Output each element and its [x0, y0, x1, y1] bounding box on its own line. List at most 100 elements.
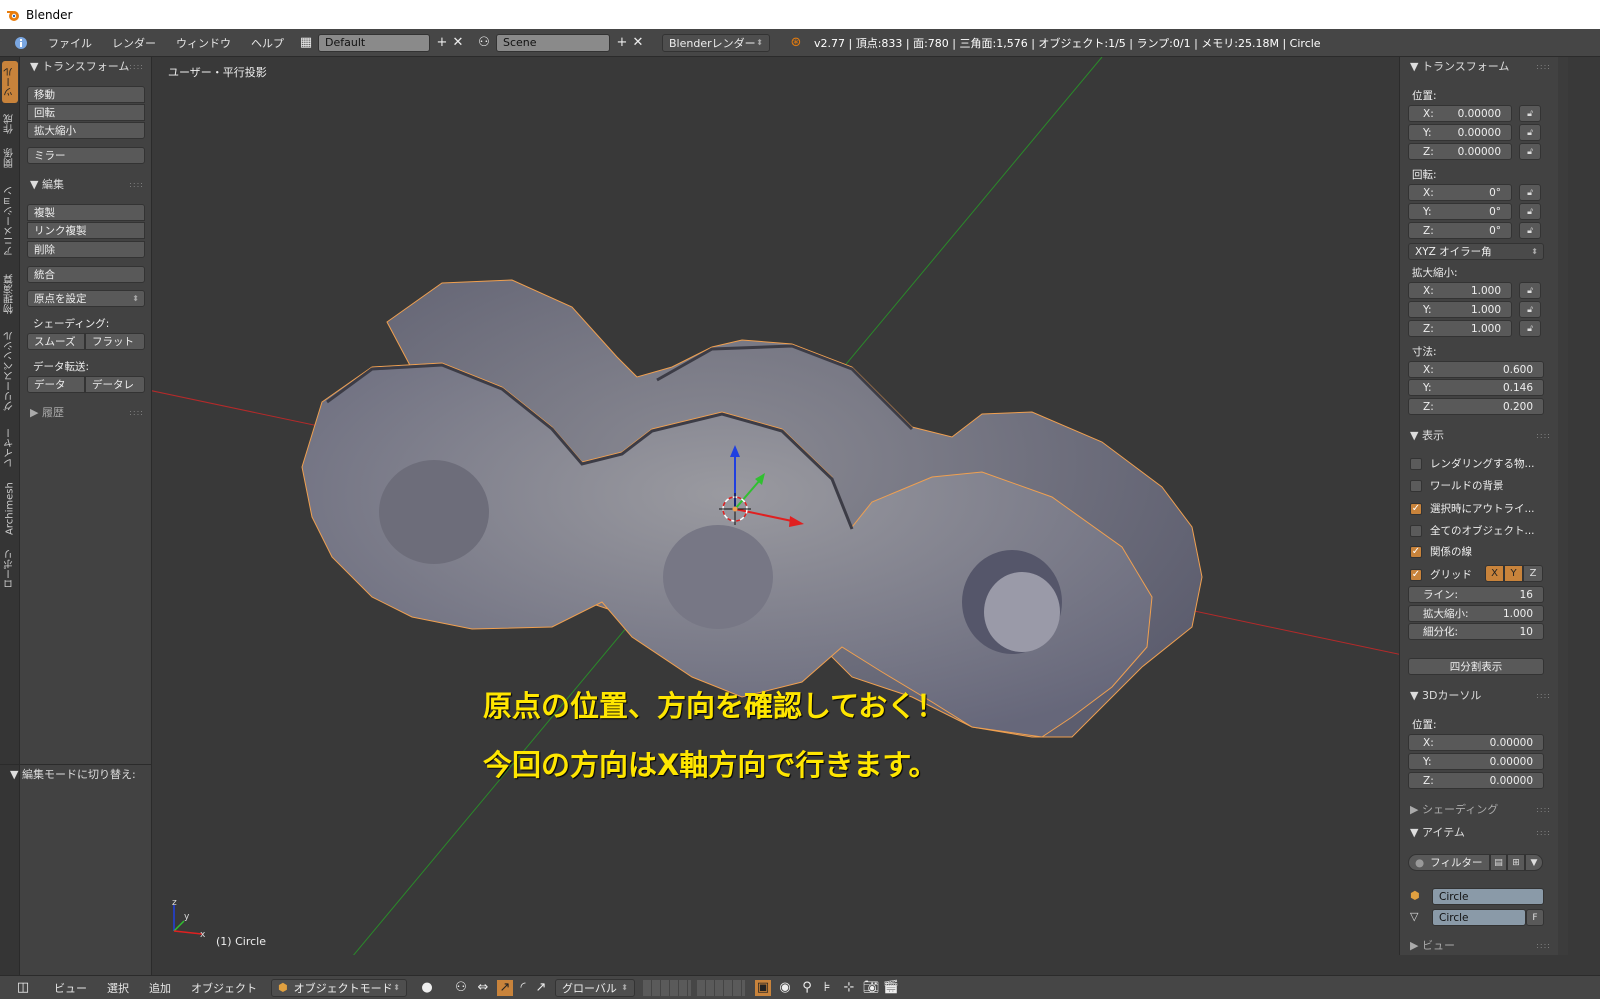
dimension-x-field[interactable]: X: 0.600	[1408, 361, 1544, 378]
dimension-y-field[interactable]: Y: 0.146	[1408, 379, 1544, 396]
editor-type-info-icon[interactable]	[8, 35, 34, 51]
remove-layout-icon[interactable]: ✕	[450, 35, 466, 51]
menu-select[interactable]: 選択	[97, 980, 139, 996]
right-region-scrollbar[interactable]	[1558, 57, 1568, 955]
add-scene-icon[interactable]: +	[614, 35, 630, 51]
object-name-field[interactable]: Circle	[1432, 888, 1544, 905]
scene-layers-grid[interactable]	[697, 979, 745, 996]
move-button[interactable]: 移動	[27, 86, 145, 103]
tab-lowpoly[interactable]: ローポリ	[2, 545, 18, 593]
scale-x-field[interactable]: X: 1.000	[1408, 282, 1512, 299]
location-y-field[interactable]: Y: 0.00000	[1408, 124, 1512, 141]
drag-grip-icon[interactable]: ::::	[129, 180, 144, 189]
grid-scale-field[interactable]: 拡大縮小: 1.000	[1408, 605, 1544, 622]
scale-y-field[interactable]: Y: 1.000	[1408, 301, 1512, 318]
tab-archimesh[interactable]: Archimesh	[2, 481, 18, 537]
render-opengl-icon[interactable]: 📷︎	[863, 980, 880, 996]
menu-help[interactable]: ヘルプ	[241, 35, 294, 51]
tab-physics[interactable]: 物理演算	[2, 269, 18, 319]
scene-icon[interactable]: ⚇	[476, 35, 492, 51]
drag-grip-icon[interactable]: ::::	[1536, 62, 1551, 71]
cursor-z-field[interactable]: Z: 0.00000	[1408, 772, 1544, 789]
fake-user-button[interactable]: F	[1526, 909, 1544, 926]
lock-icon[interactable]: 🔓︎	[1519, 105, 1541, 122]
lock-icon[interactable]: 🔓︎	[1519, 301, 1541, 318]
grid-subdivisions-field[interactable]: 細分化: 10	[1408, 623, 1544, 640]
pivot-point-icon[interactable]: ⚇	[453, 980, 469, 996]
rotate-button[interactable]: 回転	[27, 104, 145, 121]
3d-viewport[interactable]: z y x ユーザー・平行投影 (1) Circle 原点の位置、方向を確認して…	[152, 57, 1399, 955]
rotation-z-field[interactable]: Z: 0°	[1408, 222, 1512, 239]
hierarchy-icon[interactable]: ⊞	[1507, 854, 1525, 871]
tab-create[interactable]: 作成	[2, 109, 18, 139]
lock-icon[interactable]: 🔓︎	[1519, 203, 1541, 220]
rotation-x-field[interactable]: X: 0°	[1408, 184, 1512, 201]
panel-display-header[interactable]: ▼ 表示::::	[1400, 426, 1559, 444]
snap-target-icon[interactable]: ⊹	[841, 980, 857, 996]
cursor-x-field[interactable]: X: 0.00000	[1408, 734, 1544, 751]
join-button[interactable]: 統合	[27, 266, 145, 283]
grid-z-toggle[interactable]: Z	[1523, 565, 1543, 582]
grid-x-toggle[interactable]: X	[1485, 565, 1504, 582]
menu-window[interactable]: ウィンドウ	[166, 35, 241, 51]
panel-shading-header[interactable]: ▶ シェーディング::::	[1400, 800, 1559, 818]
tab-relations[interactable]: 関係	[2, 143, 18, 173]
drag-grip-icon[interactable]: ::::	[1536, 691, 1551, 700]
outline-selected-checkbox[interactable]: ✓ 選択時にアウトライ...	[1410, 501, 1535, 516]
duplicate-button[interactable]: 複製	[27, 204, 145, 221]
screen-layout-icon[interactable]: ▦	[298, 35, 314, 51]
snap-element-icon[interactable]: ⊧	[819, 980, 835, 996]
add-layout-icon[interactable]: +	[434, 35, 450, 51]
relationship-lines-checkbox[interactable]: ✓ 関係の線	[1410, 544, 1472, 559]
panel-item-header[interactable]: ▼ アイテム::::	[1400, 823, 1559, 841]
drag-grip-icon[interactable]: ::::	[1536, 805, 1551, 814]
toggle-quad-view-button[interactable]: 四分割表示	[1408, 658, 1544, 675]
panel-transform-header[interactable]: ▼ トランスフォーム::::	[1400, 57, 1559, 75]
drag-grip-icon[interactable]: ::::	[129, 408, 144, 417]
lock-icon[interactable]: 🔓︎	[1519, 282, 1541, 299]
menu-object[interactable]: オブジェクト	[181, 980, 267, 996]
dropdown-arrow-icon[interactable]: ▼	[1525, 854, 1543, 871]
drag-grip-icon[interactable]: ::::	[1536, 828, 1551, 837]
link-duplicate-button[interactable]: リンク複製	[27, 222, 145, 239]
panel-3d-cursor-header[interactable]: ▼ 3Dカーソル::::	[1400, 686, 1559, 704]
tab-tools[interactable]: ツール	[2, 61, 18, 103]
scale-button[interactable]: 拡大縮小	[27, 122, 145, 139]
scale-manipulator-icon[interactable]: ↗	[533, 980, 549, 996]
grid-floor-checkbox[interactable]: ✓ グリッド	[1410, 567, 1472, 582]
shade-smooth-button[interactable]: スムーズ	[27, 333, 85, 350]
snap-icon[interactable]: ⚲	[799, 980, 815, 996]
viewport-shading-icon[interactable]: ●	[419, 980, 435, 996]
delete-button[interactable]: 削除	[27, 241, 145, 258]
remove-scene-icon[interactable]: ✕	[630, 35, 646, 51]
render-engine-select[interactable]: Blenderレンダー ⬍	[662, 33, 770, 52]
rotation-mode-select[interactable]: XYZ オイラー角 ⬍	[1408, 243, 1544, 260]
proportional-editing-icon[interactable]: ◉	[777, 980, 793, 996]
mesh-name-field[interactable]: Circle	[1432, 909, 1526, 926]
shade-flat-button[interactable]: フラット	[85, 333, 145, 350]
grid-lines-field[interactable]: ライン: 16	[1408, 586, 1544, 603]
menu-file[interactable]: ファイル	[38, 35, 102, 51]
screen-layout-field[interactable]: Default	[318, 33, 430, 52]
drag-grip-icon[interactable]: ::::	[129, 62, 144, 71]
panel-view-header[interactable]: ▶ ビュー::::	[1400, 936, 1559, 954]
location-z-field[interactable]: Z: 0.00000	[1408, 143, 1512, 160]
lock-icon[interactable]: 🔓︎	[1519, 184, 1541, 201]
panel-history-header[interactable]: ▶ 履歴::::	[20, 403, 152, 421]
translate-manipulator-icon[interactable]: ↗	[497, 979, 513, 996]
render-animation-icon[interactable]: 🎬︎	[883, 980, 900, 996]
lock-icon[interactable]: 🔓︎	[1519, 320, 1541, 337]
grid-y-toggle[interactable]: Y	[1504, 565, 1523, 582]
only-render-checkbox[interactable]: レンダリングする物...	[1410, 456, 1535, 471]
lock-icon[interactable]: 🔓︎	[1519, 143, 1541, 160]
tab-animation[interactable]: アニメーション	[2, 179, 18, 263]
world-background-checkbox[interactable]: ワールドの背景	[1410, 478, 1504, 493]
scene-layers-grid[interactable]	[643, 979, 691, 996]
menu-render[interactable]: レンダー	[102, 35, 166, 51]
transform-orientation-select[interactable]: グローバル ⬍	[555, 978, 635, 997]
data-layout-button[interactable]: データレ	[85, 376, 145, 393]
manipulator-toggle-icon[interactable]: ⇔	[475, 980, 491, 996]
tab-layers[interactable]: レイヤー	[2, 423, 18, 473]
drag-grip-icon[interactable]: ::::	[1536, 431, 1551, 440]
scene-canvas[interactable]: z y x	[152, 57, 1399, 955]
